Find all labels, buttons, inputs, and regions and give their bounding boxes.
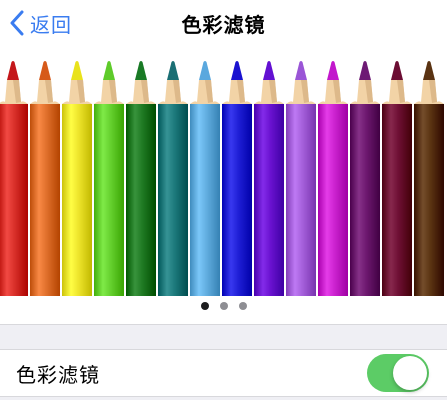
pencil-brown (414, 61, 444, 296)
pencil-magenta (318, 61, 348, 296)
pencil-red (0, 61, 28, 296)
pencil-teal (158, 61, 188, 296)
toggle-knob (393, 356, 427, 390)
pencil-purple (350, 61, 380, 296)
color-filters-row: 色彩滤镜 (0, 350, 447, 396)
colored-pencils-image[interactable] (0, 56, 447, 296)
bottom-separator (0, 396, 447, 400)
color-filters-toggle[interactable] (367, 354, 429, 392)
filter-preview-panel[interactable] (0, 48, 447, 324)
page-indicator[interactable] (0, 302, 447, 310)
page-dot[interactable] (219, 302, 228, 310)
section-separator (0, 324, 447, 350)
page-title: 色彩滤镜 (181, 13, 266, 37)
navigation-bar: 返回 色彩滤镜 (0, 0, 447, 48)
pencil-violet (254, 61, 284, 296)
color-filters-label: 色彩滤镜 (16, 362, 100, 387)
pencil-yellow (62, 61, 92, 296)
page-dot[interactable] (200, 302, 209, 310)
page-dot[interactable] (238, 302, 247, 310)
color-filters-screen: 返回 色彩滤镜 色彩滤镜 (0, 0, 447, 400)
pencil-maroon (382, 61, 412, 296)
pencil-sky-blue (190, 61, 220, 296)
pencil-light-green (94, 61, 124, 296)
pencil-lavender (286, 61, 316, 296)
pencil-blue (222, 61, 252, 296)
pencil-dark-green (126, 61, 156, 296)
pencil-orange (30, 61, 60, 296)
